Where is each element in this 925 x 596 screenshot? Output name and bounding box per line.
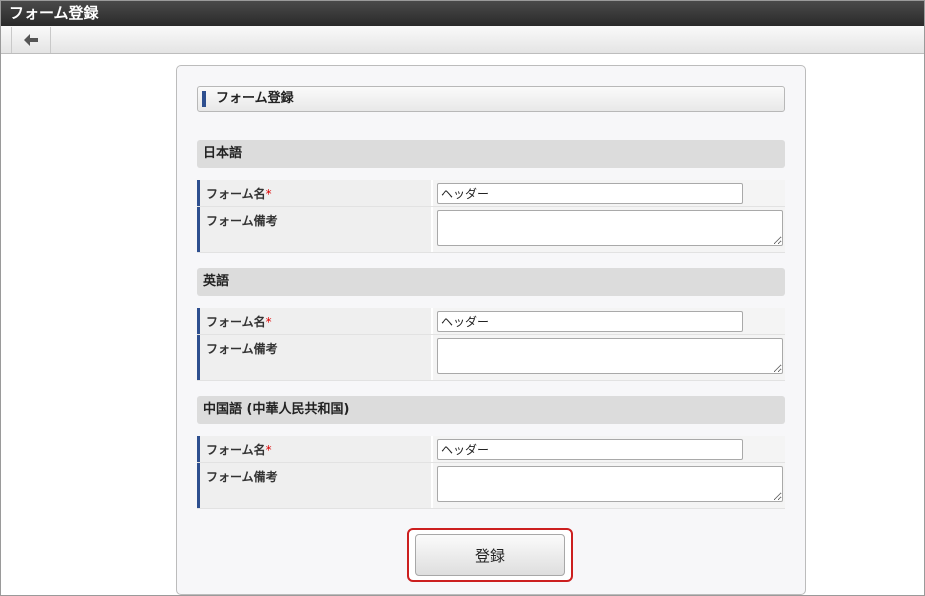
form-name-row: フォーム名* [197, 308, 785, 335]
required-mark: * [265, 187, 272, 201]
form-note-label: フォーム備考 [197, 335, 431, 380]
form-name-label: フォーム名* [197, 436, 431, 462]
arrow-left-icon [24, 34, 38, 46]
form-note-textarea-japanese[interactable] [437, 210, 783, 246]
form-table-english: フォーム名* フォーム備考 [197, 308, 785, 381]
form-note-row: フォーム備考 [197, 463, 785, 509]
required-mark: * [265, 443, 272, 457]
form-note-label: フォーム備考 [197, 463, 431, 508]
submit-highlight: 登録 [407, 528, 573, 582]
required-mark: * [265, 315, 272, 329]
form-name-input-chinese[interactable] [437, 439, 743, 460]
section-title-japanese: 日本語 [197, 140, 785, 168]
form-note-row: フォーム備考 [197, 335, 785, 381]
form-note-textarea-chinese[interactable] [437, 466, 783, 502]
form-name-row: フォーム名* [197, 436, 785, 463]
window: フォーム登録 フォーム登録 日本語 フォーム名* フォーム備考 [0, 0, 925, 596]
form-name-row: フォーム名* [197, 180, 785, 207]
form-table-chinese: フォーム名* フォーム備考 [197, 436, 785, 509]
section-title-english: 英語 [197, 268, 785, 296]
form-name-label: フォーム名* [197, 180, 431, 206]
window-title: フォーム登録 [1, 1, 924, 26]
form-note-textarea-english[interactable] [437, 338, 783, 374]
form-note-row: フォーム備考 [197, 207, 785, 253]
form-name-input-english[interactable] [437, 311, 743, 332]
section-title-chinese: 中国語 (中華人民共和国) [197, 396, 785, 424]
form-panel: フォーム登録 日本語 フォーム名* フォーム備考 英語 フォーム名* [176, 65, 806, 595]
toolbar [1, 26, 924, 54]
panel-title: フォーム登録 [197, 86, 785, 112]
form-name-label: フォーム名* [197, 308, 431, 334]
form-name-input-japanese[interactable] [437, 183, 743, 204]
back-button[interactable] [11, 27, 51, 53]
form-table-japanese: フォーム名* フォーム備考 [197, 180, 785, 253]
register-button[interactable]: 登録 [415, 534, 565, 576]
form-note-label: フォーム備考 [197, 207, 431, 252]
